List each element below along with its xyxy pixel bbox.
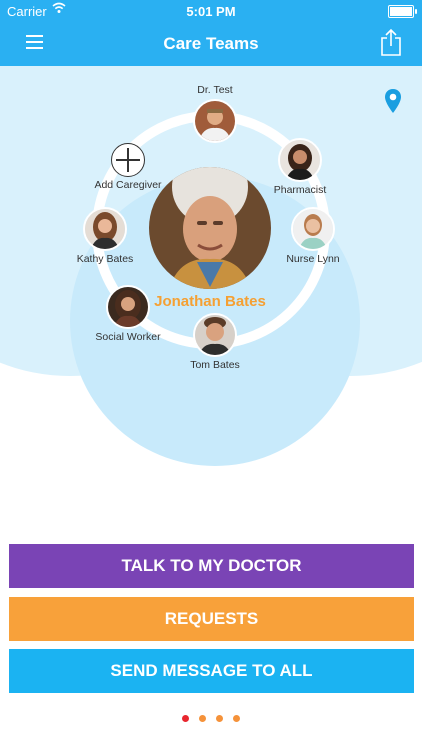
member-label: Dr. Test: [197, 84, 233, 96]
team-member-kathy[interactable]: Kathy Bates: [45, 207, 165, 265]
clock: 5:01 PM: [186, 4, 236, 19]
page-title: Care Teams: [163, 34, 259, 53]
add-icon: [111, 143, 145, 177]
page-dot[interactable]: [233, 715, 240, 722]
team-member-pharmacist[interactable]: Pharmacist: [240, 138, 360, 196]
nurse-avatar: [291, 207, 335, 251]
page-dot-active[interactable]: [182, 715, 189, 722]
navigation-bar: Carrier 5:01 PM Care Teams: [0, 0, 422, 66]
member-label: Add Caregiver: [94, 179, 162, 191]
talk-to-doctor-button[interactable]: TALK TO MY DOCTOR: [9, 544, 414, 588]
share-icon[interactable]: [380, 28, 402, 56]
member-label: Nurse Lynn: [286, 253, 340, 265]
page-indicator[interactable]: [0, 715, 422, 722]
location-pin-icon[interactable]: [384, 88, 402, 114]
member-label: Tom Bates: [190, 359, 240, 371]
status-bar: Carrier 5:01 PM: [0, 0, 422, 22]
requests-button[interactable]: REQUESTS: [9, 597, 414, 641]
send-message-to-all-button[interactable]: SEND MESSAGE TO ALL: [9, 649, 414, 693]
pharmacist-avatar: [278, 138, 322, 182]
tom-avatar: [193, 313, 237, 357]
doctor-avatar: [193, 99, 237, 143]
page-dot[interactable]: [199, 715, 206, 722]
kathy-avatar: [83, 207, 127, 251]
member-label: Kathy Bates: [76, 253, 134, 265]
member-label: Social Worker: [95, 331, 161, 343]
battery-icon: [388, 5, 417, 18]
add-caregiver-button[interactable]: Add Caregiver: [68, 143, 188, 191]
social-worker-avatar: [106, 285, 150, 329]
team-member-nurse[interactable]: Nurse Lynn: [253, 207, 373, 265]
page-dot[interactable]: [216, 715, 223, 722]
team-member-social-worker[interactable]: Social Worker: [68, 285, 188, 343]
member-label: Pharmacist: [273, 184, 327, 196]
team-member-doctor[interactable]: Dr. Test: [155, 84, 275, 143]
